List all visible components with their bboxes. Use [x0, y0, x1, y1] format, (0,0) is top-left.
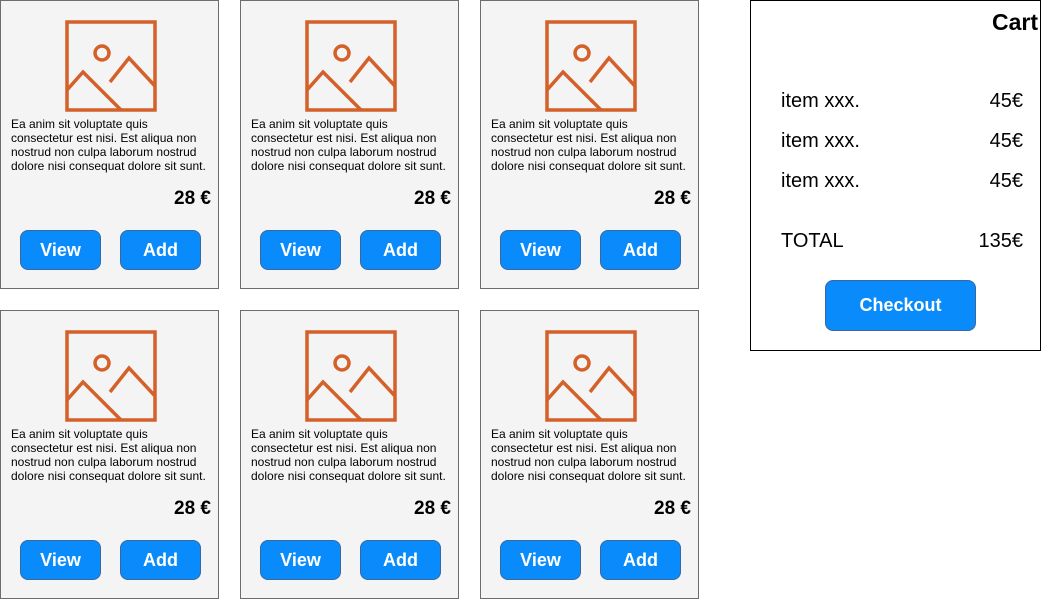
cart-item-name: item xxx. [781, 90, 860, 112]
image-placeholder-icon [305, 20, 397, 112]
add-button[interactable]: Add [120, 230, 201, 270]
product-card: Ea anim sit voluptate quis consectetur e… [480, 0, 699, 289]
cart-item: item xxx. 45€ [781, 90, 1023, 113]
product-card: Ea anim sit voluptate quis consectetur e… [0, 0, 219, 289]
image-placeholder-icon [65, 20, 157, 112]
cart-item-name: item xxx. [781, 130, 860, 152]
product-card: Ea anim sit voluptate quis consectetur e… [480, 310, 699, 599]
cart-item-price: 45€ [989, 90, 1023, 112]
image-placeholder-icon [305, 330, 397, 422]
product-card: Ea anim sit voluptate quis consectetur e… [240, 310, 459, 599]
product-price: 28 € [654, 498, 691, 519]
product-description: Ea anim sit voluptate quis consectetur e… [11, 117, 206, 173]
product-description: Ea anim sit voluptate quis consectetur e… [251, 117, 446, 173]
product-price: 28 € [654, 188, 691, 209]
product-price: 28 € [174, 188, 211, 209]
product-description: Ea anim sit voluptate quis consectetur e… [11, 427, 206, 483]
view-button[interactable]: View [260, 230, 341, 270]
product-description: Ea anim sit voluptate quis consectetur e… [491, 117, 686, 173]
image-placeholder-icon [545, 20, 637, 112]
product-card: Ea anim sit voluptate quis consectetur e… [0, 310, 219, 599]
view-button[interactable]: View [20, 230, 101, 270]
add-button[interactable]: Add [600, 540, 681, 580]
view-button[interactable]: View [260, 540, 341, 580]
add-button[interactable]: Add [600, 230, 681, 270]
image-placeholder-icon [545, 330, 637, 422]
cart-panel: Cart item xxx. 45€ item xxx. 45€ item xx… [750, 0, 1041, 351]
cart-total: TOTAL 135€ [781, 230, 1023, 253]
add-button[interactable]: Add [120, 540, 201, 580]
cart-item: item xxx. 45€ [781, 170, 1023, 193]
cart-item: item xxx. 45€ [781, 130, 1023, 153]
cart-total-label: TOTAL [781, 230, 844, 252]
cart-title: Cart [991, 9, 1038, 35]
product-card: Ea anim sit voluptate quis consectetur e… [240, 0, 459, 289]
cart-item-price: 45€ [989, 130, 1023, 152]
view-button[interactable]: View [500, 230, 581, 270]
product-price: 28 € [174, 498, 211, 519]
checkout-button[interactable]: Checkout [825, 280, 976, 331]
view-button[interactable]: View [500, 540, 581, 580]
view-button[interactable]: View [20, 540, 101, 580]
cart-item-price: 45€ [989, 170, 1023, 192]
cart-total-value: 135€ [978, 230, 1024, 252]
product-description: Ea anim sit voluptate quis consectetur e… [251, 427, 446, 483]
add-button[interactable]: Add [360, 230, 441, 270]
product-price: 28 € [414, 188, 451, 209]
product-price: 28 € [414, 498, 451, 519]
image-placeholder-icon [65, 330, 157, 422]
add-button[interactable]: Add [360, 540, 441, 580]
product-description: Ea anim sit voluptate quis consectetur e… [491, 427, 686, 483]
cart-item-name: item xxx. [781, 170, 860, 192]
